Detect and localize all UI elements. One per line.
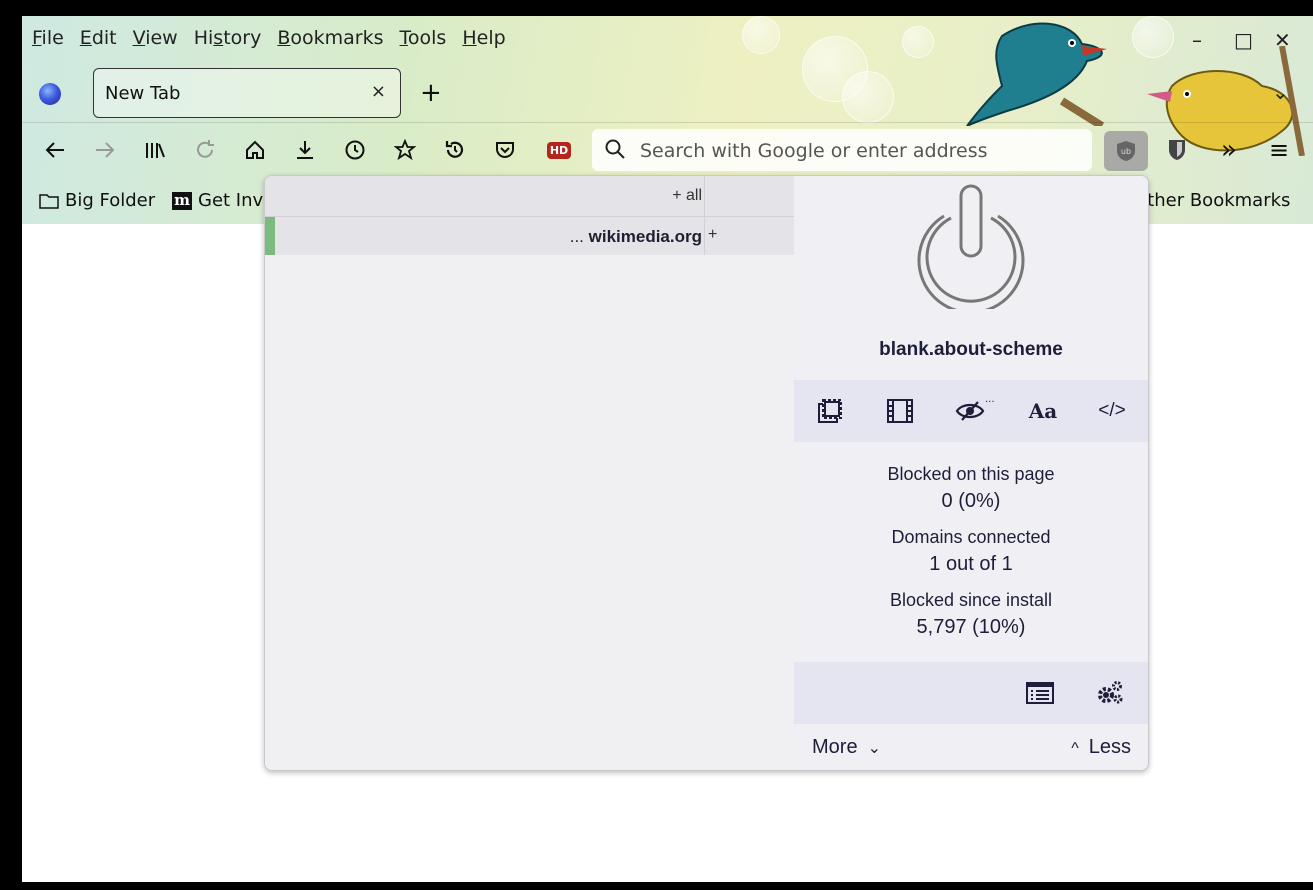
stat-value: 1 out of 1 <box>929 553 1013 575</box>
logger-icon[interactable] <box>1023 676 1057 710</box>
history-icon[interactable] <box>340 135 370 165</box>
svg-text:ub: ub <box>1121 147 1131 156</box>
maximize-button[interactable]: □ <box>1234 28 1253 52</box>
url-placeholder: Search with Google or enter address <box>640 140 988 162</box>
undo-close-icon[interactable] <box>440 135 470 165</box>
svg-text:···: ··· <box>985 397 995 408</box>
bookmarks-star-icon[interactable] <box>390 135 420 165</box>
theme-bubble <box>742 16 780 54</box>
firefox-view-icon[interactable] <box>39 83 61 105</box>
chevron-up-icon: ^ <box>1071 740 1079 757</box>
stat-value: 0 (0%) <box>941 490 1001 512</box>
home-icon[interactable] <box>240 135 270 165</box>
chevron-down-icon: ⌄ <box>867 740 881 757</box>
forward-icon[interactable] <box>90 135 120 165</box>
firewall-column-divider <box>704 176 705 255</box>
theme-bubble <box>902 26 934 58</box>
tab-strip: New Tab × + ⌄ <box>22 68 1313 120</box>
m-site-icon: m <box>172 191 192 210</box>
pocket-icon[interactable] <box>490 135 520 165</box>
stat-label: Blocked since install <box>889 590 1053 610</box>
dashboard-gears-icon[interactable] <box>1093 676 1127 710</box>
ublock-origin-button[interactable]: ub <box>1104 131 1148 171</box>
overflow-menu-icon[interactable]: » <box>1214 135 1244 165</box>
stat-label: Blocked on this page <box>887 464 1055 484</box>
bitwarden-shield-icon[interactable] <box>1162 135 1192 165</box>
scripts-icon[interactable]: </> <box>1092 394 1132 428</box>
folder-icon <box>39 193 59 209</box>
menu-bookmarks[interactable]: Bookmarks <box>277 27 383 49</box>
tab-close-icon[interactable]: × <box>371 81 386 102</box>
cosmetic-filtering-icon[interactable]: ··· <box>954 394 998 428</box>
popup-footer: More ⌄ ^ Less <box>265 724 1148 770</box>
close-window-button[interactable]: ✕ <box>1274 28 1291 52</box>
ublock-shield-icon: ub <box>1117 141 1135 161</box>
stat-value: 5,797 (10%) <box>916 616 1026 638</box>
allowed-indicator <box>265 217 275 255</box>
fonts-icon[interactable]: Aa <box>1023 394 1063 428</box>
less-button[interactable]: ^ Less <box>1061 736 1131 759</box>
firewall-domain-label: ... wikimedia.org <box>569 227 702 246</box>
tab-title: New Tab <box>105 83 181 104</box>
ublock-popup: + all ... wikimedia.org + blank.about-sc… <box>264 175 1149 771</box>
menu-view[interactable]: View <box>133 27 178 49</box>
ublock-main-pane: blank.about-scheme ··· Aa </> Blocked on… <box>794 176 1148 770</box>
more-button[interactable]: More ⌄ <box>812 736 891 759</box>
url-bar[interactable]: Search with Google or enter address <box>592 129 1092 171</box>
menu-tools[interactable]: Tools <box>400 27 447 49</box>
other-bookmarks[interactable]: Other Bookmarks <box>1133 190 1290 211</box>
media-blocking-icon[interactable] <box>883 394 917 428</box>
menu-file[interactable]: File <box>32 27 64 49</box>
back-icon[interactable] <box>40 135 70 165</box>
popup-blocking-icon[interactable] <box>813 394 847 428</box>
firewall-row-all[interactable]: + all <box>265 176 794 217</box>
hamburger-menu-icon[interactable]: ≡ <box>1264 135 1294 165</box>
per-site-tools: ··· Aa </> <box>794 380 1148 442</box>
tab-new-tab[interactable]: New Tab × <box>93 68 401 118</box>
menu-bar: File Edit View History Bookmarks Tools H… <box>22 24 512 52</box>
new-tab-button[interactable]: + <box>420 78 442 108</box>
library-icon[interactable] <box>140 135 170 165</box>
downloads-icon[interactable] <box>290 135 320 165</box>
reload-icon[interactable] <box>190 135 220 165</box>
firewall-pane: + all ... wikimedia.org + <box>265 176 794 770</box>
popup-bottom-tools <box>794 662 1148 724</box>
search-icon <box>604 138 626 164</box>
firewall-all-label: + all <box>672 187 702 204</box>
firewall-row-domain[interactable]: ... wikimedia.org + <box>265 217 794 255</box>
bookmark-get-inv[interactable]: m Get Inv <box>172 190 263 211</box>
minimize-button[interactable]: – <box>1192 28 1202 52</box>
hd-icon[interactable]: HD <box>544 135 574 165</box>
menu-edit[interactable]: Edit <box>80 27 117 49</box>
menu-help[interactable]: Help <box>462 27 505 49</box>
stat-label: Domains connected <box>891 527 1051 547</box>
nav-toolbar: HD Search with Google or enter address u… <box>22 122 1313 181</box>
list-all-tabs-chevron-icon[interactable]: ⌄ <box>1272 80 1289 104</box>
blocking-stats: Blocked on this page 0 (0%) Domains conn… <box>794 461 1148 650</box>
firewall-domain-plus[interactable]: + <box>708 226 717 244</box>
menu-history[interactable]: History <box>194 27 262 49</box>
bookmark-big-folder[interactable]: Big Folder <box>39 190 155 211</box>
power-switch-icon[interactable] <box>906 184 1036 309</box>
hostname: blank.about-scheme <box>879 339 1063 360</box>
